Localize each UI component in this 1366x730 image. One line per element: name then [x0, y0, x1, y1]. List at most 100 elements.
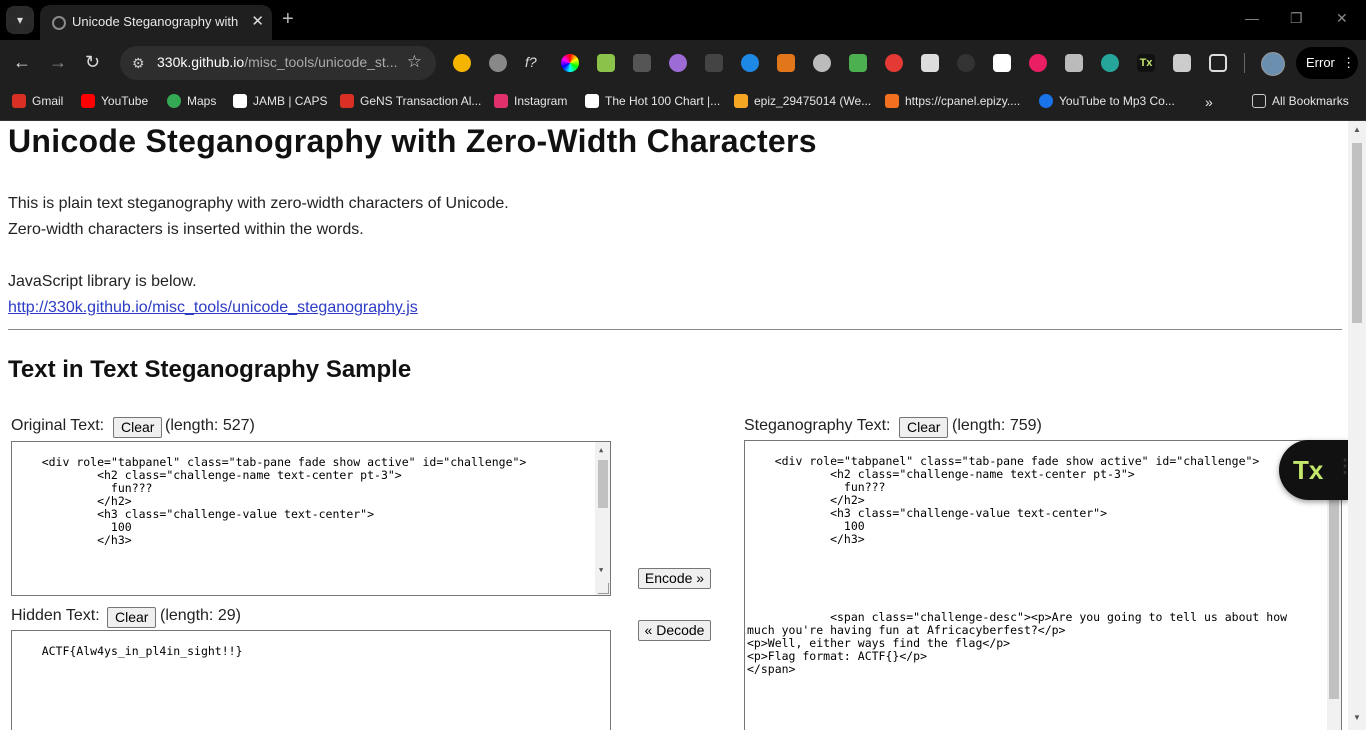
- error-button[interactable]: Error ⋮: [1296, 47, 1358, 79]
- shield-extension-icon[interactable]: [813, 54, 831, 72]
- page-title: Unicode Steganography with Zero-Width Ch…: [8, 123, 817, 159]
- restore-icon[interactable]: ❐: [1290, 10, 1303, 27]
- page-scroll-thumb[interactable]: [1352, 143, 1362, 323]
- billboard-icon: [585, 94, 599, 108]
- library-text: JavaScript library is below.: [8, 273, 197, 290]
- translate-extension-icon[interactable]: [921, 54, 939, 72]
- steg-length: (length: 759): [952, 417, 1042, 434]
- page-content: Unicode Steganography with Zero-Width Ch…: [0, 121, 1348, 730]
- address-bar[interactable]: ⚙ 330k.github.io/misc_tools/unicode_st..…: [120, 46, 436, 80]
- folder-icon: [1252, 94, 1266, 108]
- reload-button[interactable]: ↻: [85, 52, 100, 72]
- qr-extension-icon[interactable]: [1065, 54, 1083, 72]
- page-scrollbar[interactable]: ▲ ▼: [1348, 121, 1366, 730]
- gmail-icon: [12, 94, 26, 108]
- scroll-up-icon[interactable]: ▲: [599, 444, 603, 457]
- grid-extension-icon[interactable]: [1173, 54, 1191, 72]
- gmail-icon: [340, 94, 354, 108]
- forward-button[interactable]: →: [49, 52, 67, 72]
- bookmarks-bar: Gmail YouTube Maps JAMB | CAPS GeNS Tran…: [0, 86, 1366, 121]
- tool-extension-icon[interactable]: [849, 54, 867, 72]
- hidden-textarea[interactable]: ACTF{Alw4ys_in_pl4in_sight!!}: [11, 630, 611, 730]
- heart-extension-icon[interactable]: [1029, 54, 1047, 72]
- steg-text-content: <div role="tabpanel" class="tab-pane fad…: [747, 454, 1288, 676]
- steg-scroll-thumb[interactable]: [1329, 494, 1339, 699]
- bookmark-epiz[interactable]: epiz_29475014 (We...: [734, 94, 871, 108]
- eyedropper-extension-icon[interactable]: [633, 54, 651, 72]
- tab-strip: ▾ Unicode Steganography with Zero-Width …: [0, 0, 1366, 40]
- library-link[interactable]: http://330k.github.io/misc_tools/unicode…: [8, 299, 418, 317]
- bookmark-instagram[interactable]: Instagram: [494, 94, 567, 108]
- back-button[interactable]: ←: [13, 52, 31, 72]
- bookmark-gens[interactable]: GeNS Transaction Al...: [340, 94, 481, 108]
- instagram-icon: [494, 94, 508, 108]
- maps-icon: [167, 94, 181, 108]
- cpanel-icon: [885, 94, 899, 108]
- steg-scrollbar[interactable]: [1327, 494, 1341, 730]
- steg-textarea[interactable]: <div role="tabpanel" class="tab-pane fad…: [744, 440, 1342, 730]
- hidden-text-label: Hidden Text:: [11, 607, 100, 624]
- clear-hidden-button[interactable]: Clear: [107, 607, 157, 628]
- widget-menu-icon[interactable]: ⋮: [1336, 456, 1348, 477]
- section-title: Text in Text Steganography Sample: [8, 356, 412, 383]
- youtube-icon: [81, 94, 95, 108]
- steg-text-label: Steganography Text:: [744, 417, 891, 434]
- bookmark-yt-mp3[interactable]: YouTube to Mp3 Co...: [1039, 94, 1175, 108]
- hidden-length: (length: 29): [160, 607, 241, 624]
- divider: [8, 329, 1342, 330]
- react-extension-icon[interactable]: [489, 54, 507, 72]
- document-icon: [233, 94, 247, 108]
- encode-button[interactable]: Encode »: [638, 568, 711, 589]
- hidden-text-content: ACTF{Alw4ys_in_pl4in_sight!!}: [41, 644, 243, 658]
- close-window-icon[interactable]: ✕: [1336, 10, 1348, 27]
- resize-grip-icon[interactable]: [598, 583, 609, 594]
- tx-extension-icon[interactable]: Tx: [1137, 54, 1155, 72]
- move-extension-icon[interactable]: [705, 54, 723, 72]
- tab-title: Unicode Steganography with Zero-Width Ch…: [72, 14, 242, 29]
- bookmark-gmail[interactable]: Gmail: [12, 94, 63, 108]
- site-info-icon[interactable]: ⚙: [132, 55, 145, 72]
- feather-extension-icon[interactable]: [669, 54, 687, 72]
- metamask-icon[interactable]: [777, 54, 795, 72]
- lock-extension-icon[interactable]: [993, 54, 1011, 72]
- original-text-content: <div role="tabpanel" class="tab-pane fad…: [41, 455, 527, 547]
- bookmark-jamb[interactable]: JAMB | CAPS: [233, 94, 327, 108]
- active-tab[interactable]: Unicode Steganography with Zero-Width Ch…: [40, 5, 272, 40]
- counter-extension-icon[interactable]: [957, 54, 975, 72]
- adblock-icon[interactable]: [885, 54, 903, 72]
- profile-avatar[interactable]: [1261, 52, 1285, 76]
- bookmark-cpanel[interactable]: https://cpanel.epizy....: [885, 94, 1020, 108]
- globe-icon: [52, 16, 66, 30]
- bookmark-youtube[interactable]: YouTube: [81, 94, 148, 108]
- original-length: (length: 527): [165, 417, 255, 434]
- scroll-down-icon[interactable]: ▼: [599, 564, 603, 577]
- original-textarea[interactable]: <div role="tabpanel" class="tab-pane fad…: [11, 441, 611, 596]
- edge-extension-icon[interactable]: [741, 54, 759, 72]
- close-tab-icon[interactable]: ✕: [251, 12, 264, 30]
- scroll-up-icon[interactable]: ▲: [1353, 125, 1361, 134]
- extension-icon[interactable]: [453, 54, 471, 72]
- bookmark-hot100[interactable]: The Hot 100 Chart |...: [585, 94, 720, 108]
- extensions-puzzle-icon[interactable]: [1209, 54, 1227, 72]
- infinity-icon: [734, 94, 748, 108]
- new-tab-button[interactable]: +: [282, 9, 294, 29]
- scroll-down-icon[interactable]: ▼: [1353, 713, 1361, 722]
- original-scroll-thumb[interactable]: [598, 460, 608, 508]
- clear-steg-button[interactable]: Clear: [899, 417, 949, 438]
- more-bookmarks-button[interactable]: »: [1205, 94, 1213, 110]
- toolbar-divider: [1244, 53, 1245, 73]
- minimize-icon[interactable]: —: [1245, 10, 1259, 26]
- color-extension-icon[interactable]: [561, 54, 579, 72]
- url-text[interactable]: 330k.github.io/misc_tools/unicode_st...: [157, 54, 397, 70]
- clear-original-button[interactable]: Clear: [113, 417, 163, 438]
- tab-search-button[interactable]: ▾: [6, 6, 34, 34]
- bookmark-star-icon[interactable]: ☆: [407, 52, 422, 72]
- image-extension-icon[interactable]: [597, 54, 615, 72]
- bookmark-maps[interactable]: Maps: [167, 94, 216, 108]
- original-scrollbar[interactable]: ▲ ▼: [595, 442, 610, 595]
- decode-button[interactable]: « Decode: [638, 620, 711, 641]
- globe-extension-icon[interactable]: [1101, 54, 1119, 72]
- font-extension-icon[interactable]: f?: [525, 54, 543, 72]
- intro-line-1: This is plain text steganography with ze…: [8, 195, 509, 212]
- all-bookmarks-button[interactable]: All Bookmarks: [1252, 94, 1349, 108]
